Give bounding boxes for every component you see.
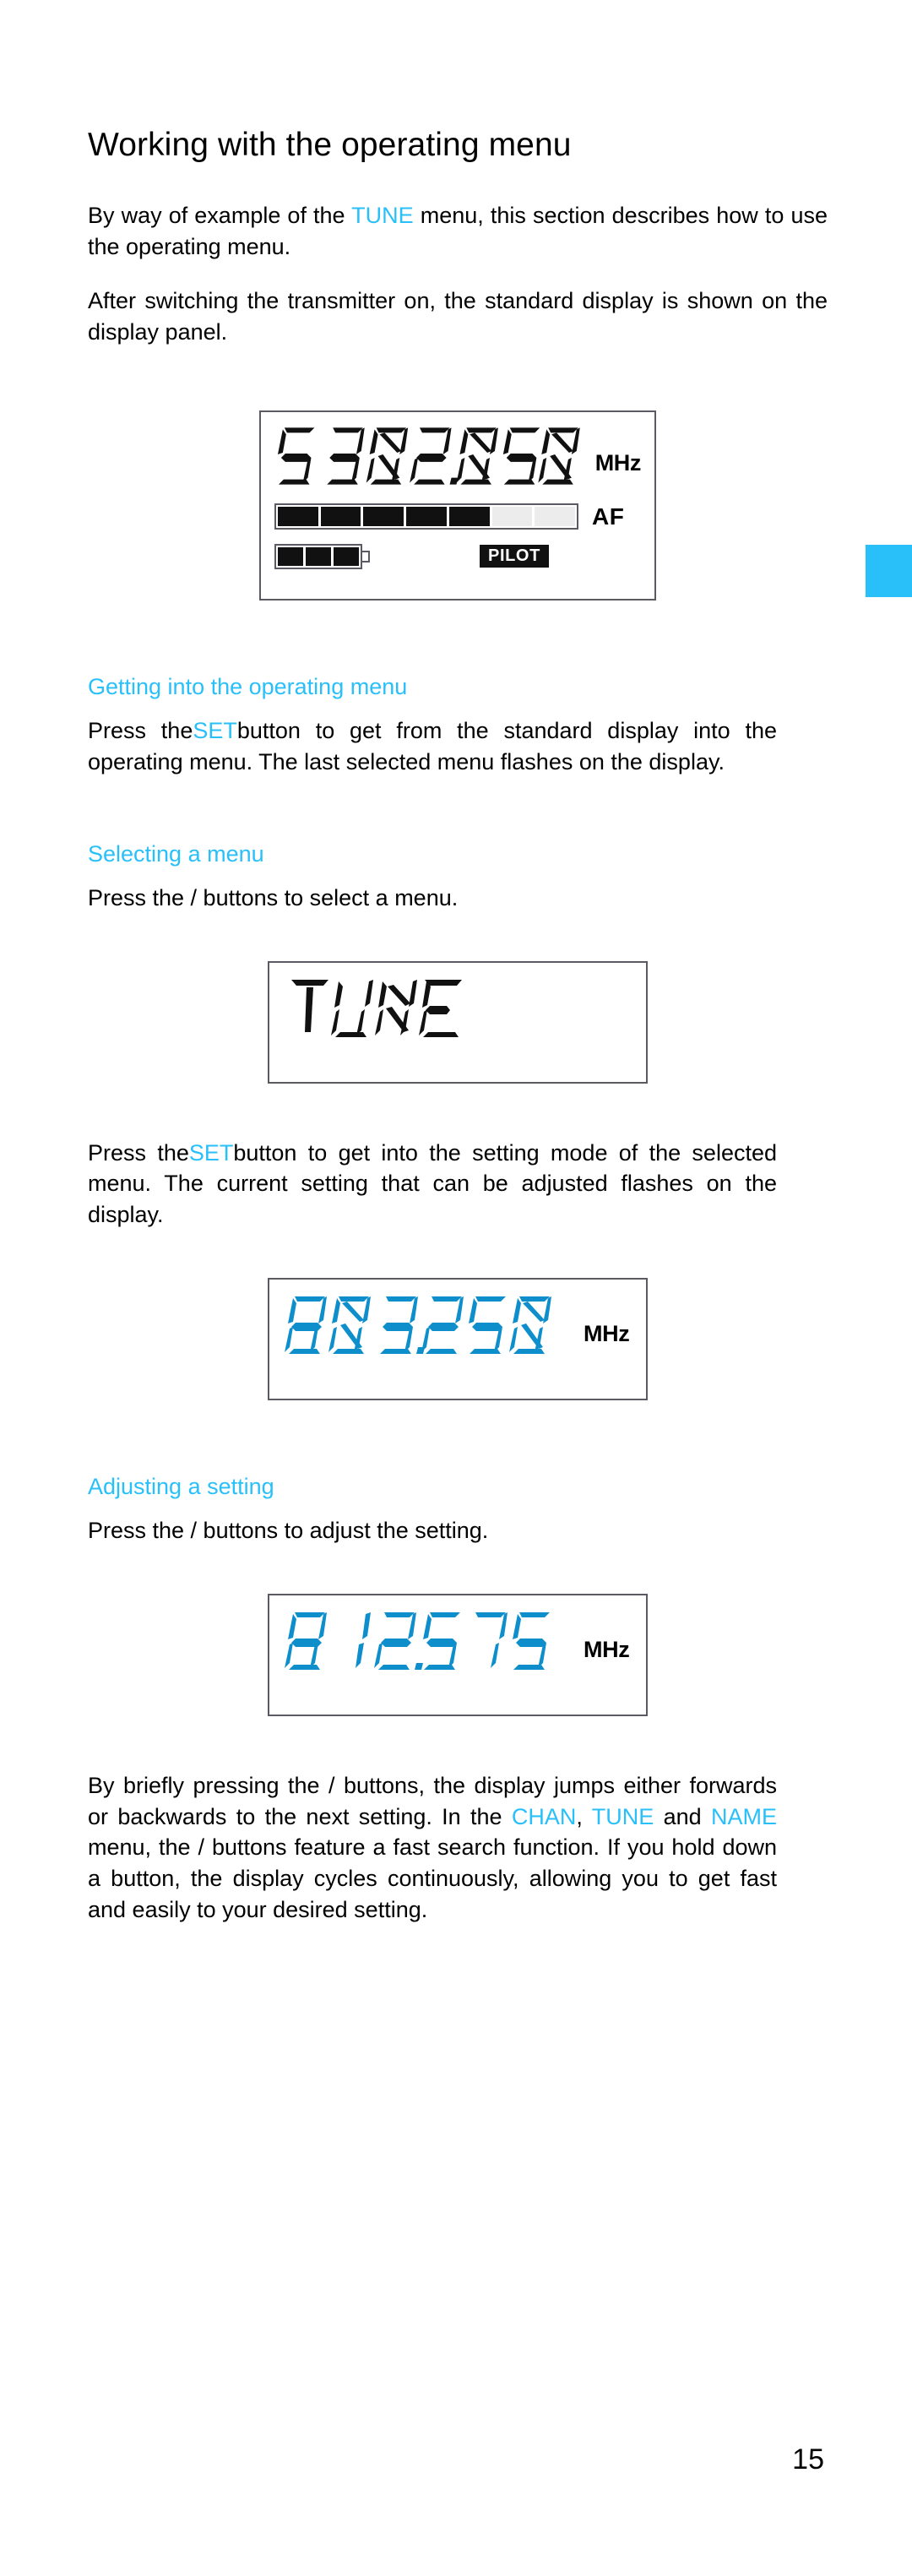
af-segment <box>320 507 361 527</box>
unit-label-mhz-adjusted: MHz <box>584 1636 630 1662</box>
battery-body <box>274 543 362 569</box>
intro-paragraph-1: By way of example of the TUNE menu, this… <box>88 200 828 262</box>
seven-segment-frequency-adjusted <box>285 1611 550 1670</box>
battery-cell <box>306 546 331 566</box>
af-bargraph <box>274 503 578 530</box>
setting-mode-paragraph: Press theSETbutton to get into the setti… <box>88 1138 777 1231</box>
unit-label-mhz-setting: MHz <box>584 1320 630 1346</box>
battery-cell <box>278 546 303 566</box>
battery-cap <box>362 550 370 562</box>
af-segment <box>491 507 533 527</box>
press-the-text: Press the <box>88 718 193 744</box>
page-content: Working with the operating menu By way o… <box>88 127 828 1949</box>
status-row: PILOT <box>274 543 641 569</box>
unit-label-mhz: MHz <box>594 449 642 476</box>
af-meter-row: AF <box>274 503 641 530</box>
lcd-setting-mode: MHz <box>268 1277 648 1400</box>
intro-p1-accent-tune: TUNE <box>351 202 414 228</box>
manual-page: Working with the operating menu By way o… <box>0 0 912 2576</box>
standard-display-wrapper: MHz AF PILOT <box>88 410 828 601</box>
accent-name: NAME <box>711 1803 778 1829</box>
seven-segment-frequency-setting-mode <box>285 1296 551 1354</box>
lcd-adjusted-value: MHz <box>268 1593 648 1716</box>
af-segment <box>406 507 447 527</box>
battery-indicator <box>274 543 370 569</box>
final-mid1: , <box>576 1803 592 1829</box>
page-number: 15 <box>792 2443 824 2475</box>
chapter-edge-tab <box>866 545 912 597</box>
section-body-getting-into: Press theSETbutton to get from the stand… <box>88 715 777 777</box>
section-body-adjusting-a-setting: Press the / buttons to adjust the settin… <box>88 1518 489 1544</box>
press-the-text-2: Press the <box>88 1139 189 1166</box>
tune-display-wrapper <box>88 960 828 1084</box>
section-heading-selecting-a-menu: Selecting a menu <box>88 840 264 867</box>
af-segment <box>363 507 404 527</box>
set-button-accent-2: SET <box>188 1139 234 1166</box>
section-heading-adjusting-a-setting: Adjusting a setting <box>88 1473 274 1499</box>
final-mid2: and <box>654 1803 711 1829</box>
battery-cell <box>334 546 359 566</box>
setting-mode-display-wrapper: MHz <box>88 1277 828 1400</box>
section-heading-getting-into: Getting into the operating menu <box>88 673 408 699</box>
lcd-digits-row-setting: MHz <box>285 1293 632 1357</box>
pilot-badge: PILOT <box>480 545 549 568</box>
lcd-digits-row: MHz <box>274 424 641 486</box>
adjusted-display-wrapper: MHz <box>88 1593 828 1716</box>
af-segment <box>448 507 490 527</box>
lcd-digits-row-adjusted: MHz <box>285 1609 632 1673</box>
accent-chan: CHAN <box>511 1803 577 1829</box>
accent-tune: TUNE <box>591 1803 654 1829</box>
fourteen-segment-tune-text <box>291 979 462 1037</box>
lcd-standard-display: MHz AF PILOT <box>259 410 656 601</box>
seven-segment-frequency-standard <box>277 427 580 485</box>
page-title: Working with the operating menu <box>88 127 572 163</box>
af-label: AF <box>592 503 625 530</box>
section-body-selecting-a-menu: Press the / buttons to select a menu. <box>88 884 459 910</box>
intro-paragraph-2: After switching the transmitter on, the … <box>88 288 828 345</box>
af-segment <box>278 507 318 527</box>
lcd-tune-menu <box>268 960 648 1084</box>
af-segment <box>535 507 576 527</box>
intro-p1-before: By way of example of the <box>88 202 352 228</box>
set-button-accent: SET <box>193 718 237 744</box>
final-after: menu, the / buttons feature a fast searc… <box>88 1834 777 1922</box>
final-paragraph: By briefly pressing the / buttons, the d… <box>88 1770 777 1926</box>
